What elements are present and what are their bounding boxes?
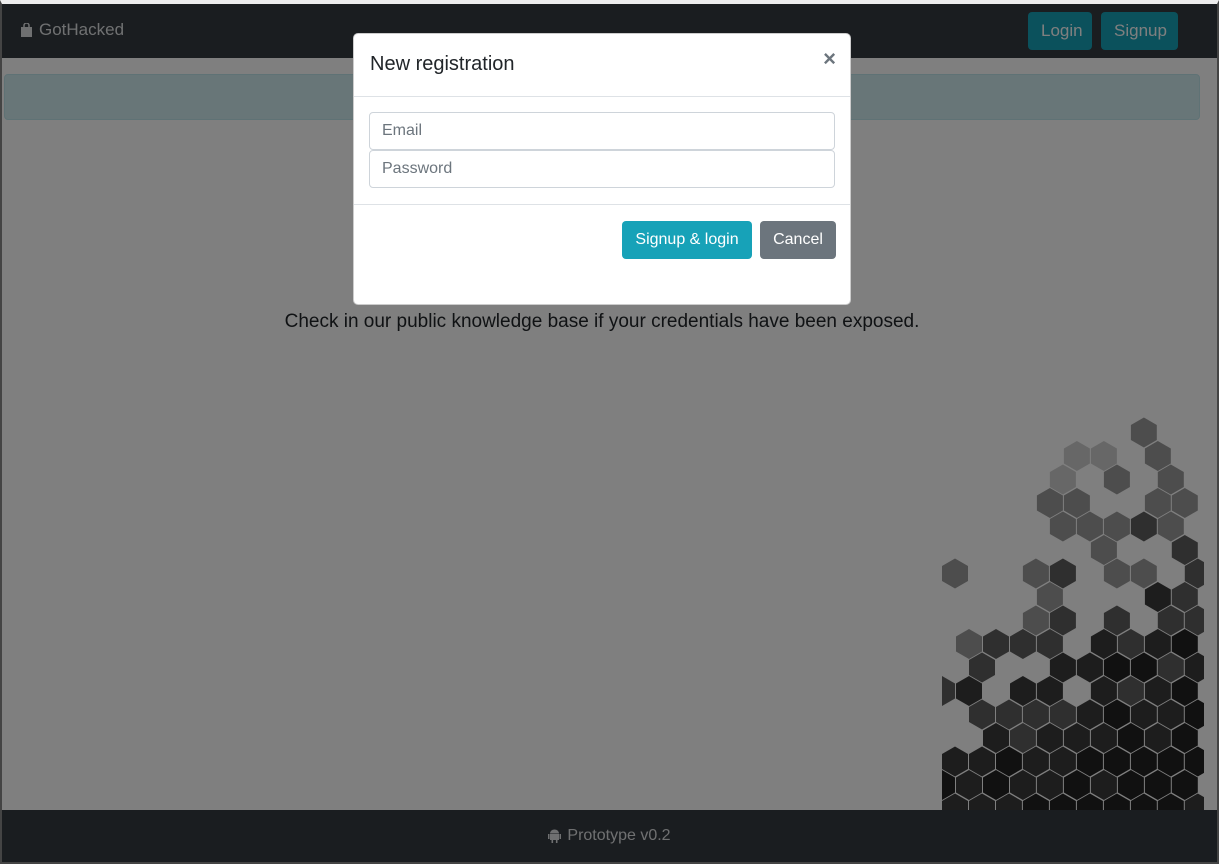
cancel-button[interactable]: Cancel — [760, 221, 836, 259]
close-icon[interactable]: × — [823, 48, 836, 70]
modal-body — [354, 97, 850, 205]
email-field[interactable] — [369, 112, 835, 150]
signup-and-login-button[interactable]: Signup & login — [622, 221, 752, 259]
modal-title: New registration — [370, 53, 515, 75]
password-field[interactable] — [369, 150, 835, 188]
modal-header: New registration × — [354, 34, 850, 97]
modal-footer: Signup & login Cancel — [354, 205, 850, 275]
registration-modal: New registration × Signup & login Cancel — [353, 33, 851, 305]
browser-window: GotHacked Login Signup Check in our publ… — [0, 0, 1219, 864]
